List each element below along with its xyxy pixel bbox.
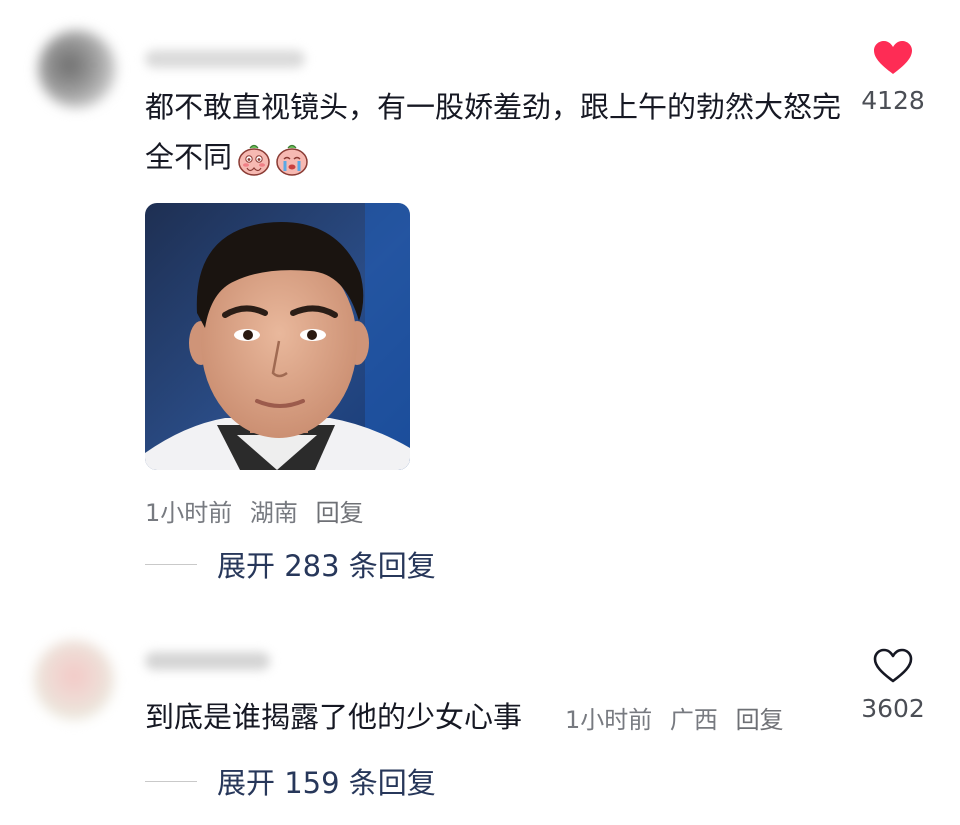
divider: [145, 780, 197, 782]
reply-button[interactable]: 回复: [736, 706, 784, 734]
comment-meta: 1小时前 广西 回复: [565, 700, 794, 735]
heart-outline-icon: [873, 648, 913, 683]
expand-replies-button[interactable]: 展开 283 条回复: [145, 543, 436, 585]
comment-text: 都不敢直视镜头，有一股娇羞劲，跟上午的勃然大怒完全不同: [145, 82, 845, 182]
like-button[interactable]: 4128: [848, 40, 938, 115]
username-blurred[interactable]: [145, 652, 270, 670]
like-button[interactable]: 3602: [848, 648, 938, 723]
crying-emoji-icon: [276, 144, 308, 176]
avatar[interactable]: [38, 30, 116, 108]
comment-item: 到底是谁揭露了他的少女心事 1小时前 广西 回复 展开 159 条回复 3602: [0, 620, 960, 825]
comment-location: 广西: [669, 706, 718, 734]
comment-text: 到底是谁揭露了他的少女心事: [145, 700, 523, 734]
expand-replies-label: 展开 283 条回复: [217, 549, 436, 583]
comment-location: 湖南: [249, 499, 298, 527]
like-count: 4128: [861, 86, 925, 115]
expand-replies-button[interactable]: 展开 159 条回复: [145, 760, 436, 802]
person-portrait-image: [145, 203, 410, 470]
comment-time: 1小时前: [565, 706, 653, 734]
divider: [145, 563, 197, 565]
username-blurred[interactable]: [145, 50, 305, 68]
heart-filled-icon: [874, 41, 912, 74]
like-count: 3602: [861, 694, 925, 723]
avatar[interactable]: [34, 640, 114, 720]
reply-button[interactable]: 回复: [316, 499, 364, 527]
comment-image[interactable]: [145, 203, 410, 470]
blushing-emoji-icon: [238, 144, 270, 176]
comment-item: 都不敢直视镜头，有一股娇羞劲，跟上午的勃然大怒完全不同 1小时前 湖南 回复 展…: [0, 0, 960, 600]
comment-time: 1小时前: [145, 499, 233, 527]
comment-meta: 1小时前 湖南 回复: [145, 493, 374, 528]
expand-replies-label: 展开 159 条回复: [217, 766, 436, 800]
